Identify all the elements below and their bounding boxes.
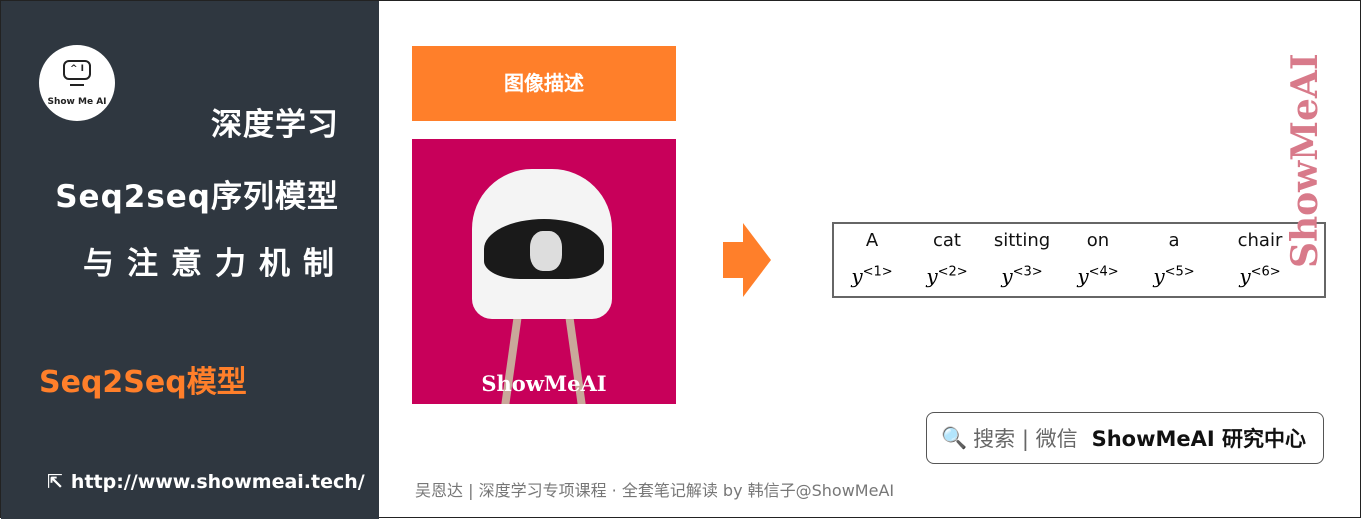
search-brand: ShowMeAI 研究中心 <box>1091 427 1307 451</box>
title-line-1: 深度学习 <box>211 107 339 143</box>
caption-word: sitting <box>993 230 1051 251</box>
search-icon: 🔍 <box>941 425 968 450</box>
output-token: y<5> <box>1153 264 1195 288</box>
main-content: 图像描述 ShowMeAI Ay<1> cat y<2> sitting y<3> on y… <box>379 1 1360 517</box>
sidebar: ^ I Show Me AI 深度学习 Seq2seq序列模型 与注意力机制 S… <box>1 1 379 519</box>
footer-credit: 吴恩达 | 深度学习专项课程 · 全套笔记解读 by 韩信子@ShowMeAI <box>415 481 895 500</box>
caption-word: a <box>1168 230 1180 251</box>
website-link[interactable]: ⇱ http://www.showmeai.tech/ <box>39 471 365 493</box>
caption-word: on <box>1086 230 1110 251</box>
cat-on-chair-image: ShowMeAI <box>412 139 676 404</box>
monitor-icon: ^ I <box>63 60 91 80</box>
arrow-icon <box>723 242 743 278</box>
output-token: y<2> <box>926 264 968 288</box>
vertical-watermark: ShowMeAI <box>1284 53 1326 269</box>
output-token: y<3> <box>1001 264 1043 288</box>
title-line-2: Seq2seq序列模型 <box>55 179 339 215</box>
section-subtitle: Seq2Seq模型 <box>39 365 247 400</box>
output-token: y<4> <box>1077 264 1119 288</box>
search-label: 搜索 | 微信 <box>973 427 1078 451</box>
caption-word: cat <box>933 230 961 251</box>
image-watermark: ShowMeAI <box>481 371 607 396</box>
cursor-icon: ⇱ <box>47 471 63 493</box>
image-captioning-label: 图像描述 <box>412 46 676 121</box>
arrow-head-icon <box>743 223 771 297</box>
output-token: y<1> <box>851 264 893 288</box>
url-text: http://www.showmeai.tech/ <box>70 471 365 493</box>
title-line-3: 与注意力机制 <box>83 246 347 282</box>
wechat-search-box[interactable]: 🔍 搜索 | 微信 ShowMeAI 研究中心 <box>926 412 1324 464</box>
logo-text: Show Me AI <box>47 97 107 107</box>
showmeai-logo: ^ I Show Me AI <box>39 45 115 121</box>
caption-word: A <box>865 230 879 251</box>
caption-sequence-table: Ay<1> cat y<2> sitting y<3> on y<4> a y<5> chair y… <box>832 222 1326 298</box>
